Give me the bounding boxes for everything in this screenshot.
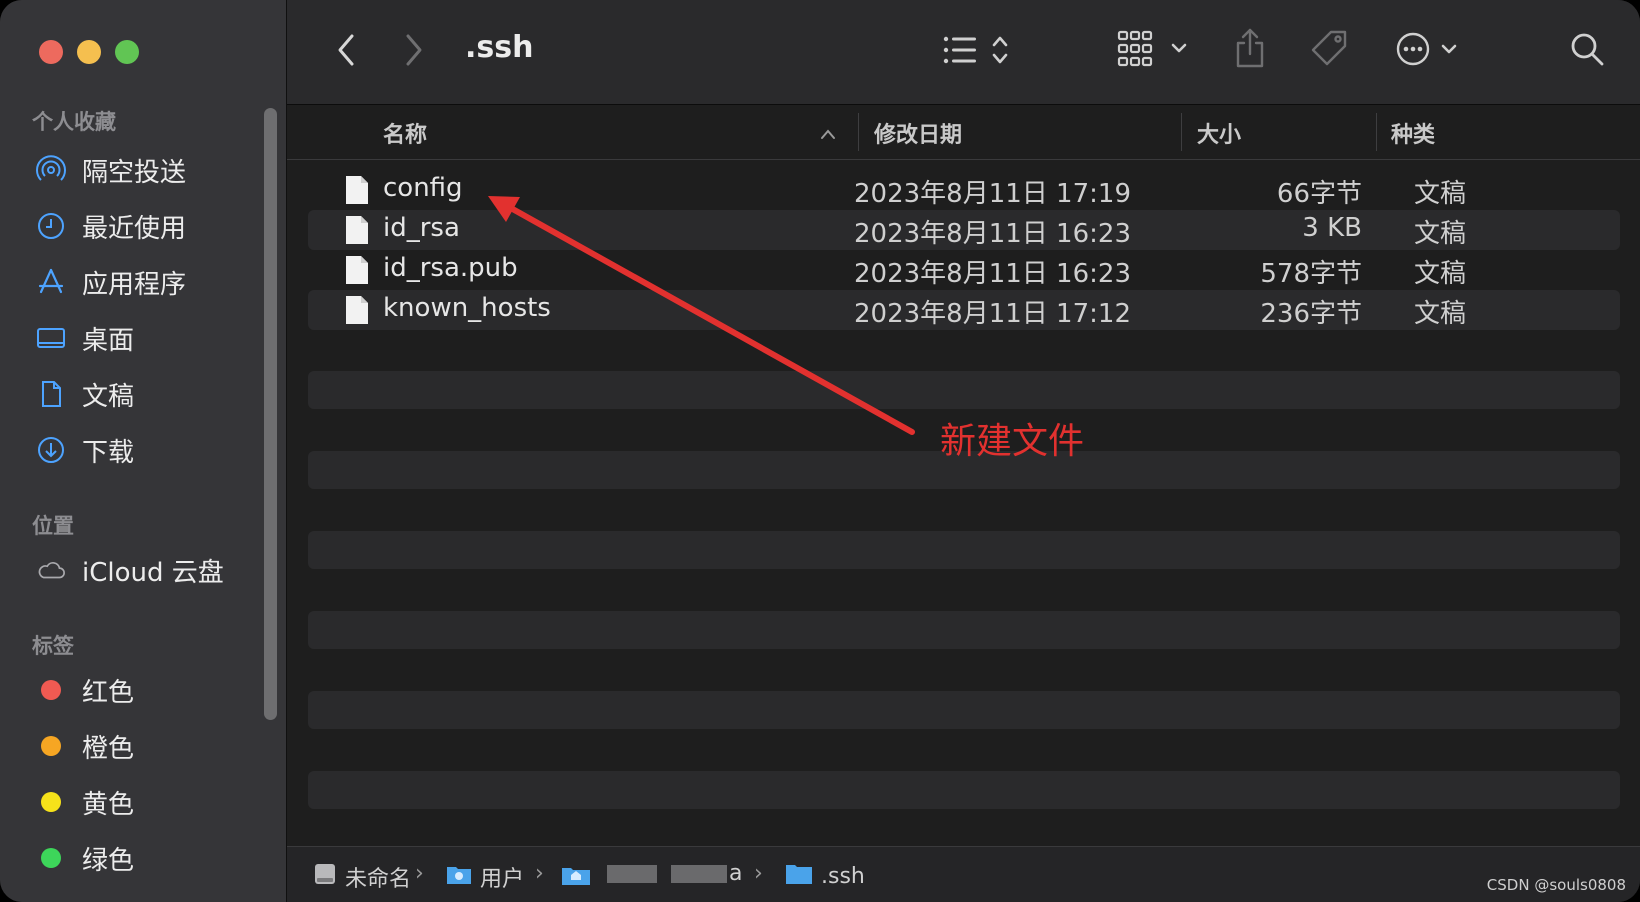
annotation-arrow <box>488 196 915 435</box>
annotation-label: 新建文件 <box>940 421 1085 462</box>
finder-window: 个人收藏 隔空投送 最近使用 应用程序 桌面 文稿 下载 位置 iCloud 云… <box>0 0 1640 902</box>
watermark: CSDN @souls0808 <box>1486 876 1626 894</box>
